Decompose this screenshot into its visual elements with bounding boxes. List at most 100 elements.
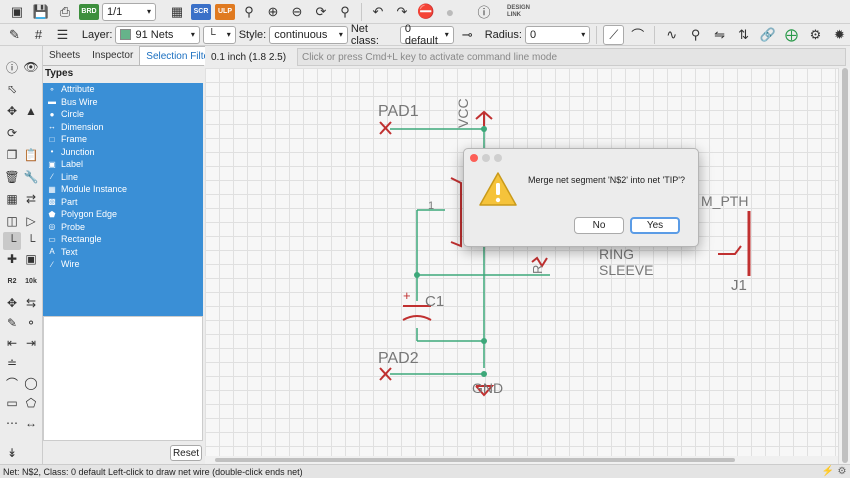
arc-tool-icon[interactable]: ⌒: [3, 374, 21, 392]
select-icon[interactable]: ⬁: [3, 80, 21, 98]
command-line-input[interactable]: Click or press Cmd+L key to activate com…: [297, 48, 846, 66]
layer-settings-icon[interactable]: ☰: [52, 25, 73, 45]
tab-inspector[interactable]: Inspector: [86, 46, 139, 65]
value-icon[interactable]: R2: [3, 272, 21, 290]
zoom-redraw-icon[interactable]: ⟳: [310, 2, 332, 22]
polygon-tool-icon[interactable]: ⬠: [22, 394, 40, 412]
invoke-icon[interactable]: ▷: [22, 212, 40, 230]
dimension-tool-icon[interactable]: ↔: [22, 414, 40, 432]
gate-swap-icon[interactable]: ⇋: [709, 25, 730, 45]
layer-select[interactable]: 91 Nets ▾: [115, 25, 200, 44]
gear-icon[interactable]: ⚙: [805, 25, 826, 45]
gateswap-tool-icon[interactable]: ⇥: [22, 334, 40, 352]
paste-icon[interactable]: 📋: [22, 146, 40, 164]
add-part-icon[interactable]: ▦: [3, 190, 21, 208]
no-button[interactable]: No: [574, 217, 624, 234]
type-item-module-instance[interactable]: ▦ Module Instance: [43, 183, 203, 196]
bus-icon[interactable]: └: [22, 232, 40, 250]
help-icon[interactable]: ⓘ: [473, 2, 495, 22]
horizontal-scrollbar[interactable]: [205, 456, 838, 464]
pencil-tool-icon[interactable]: ✎: [3, 314, 21, 332]
pin-swap-icon[interactable]: ⇅: [733, 25, 754, 45]
rotate-icon[interactable]: ⟳: [3, 124, 21, 142]
mirror-icon[interactable]: ▲: [22, 102, 40, 120]
type-item-line[interactable]: ∕ Line: [43, 171, 203, 184]
type-item-circle[interactable]: ● Circle: [43, 108, 203, 121]
type-item-wire[interactable]: ∕ Wire: [43, 258, 203, 271]
print-icon[interactable]: ⎙: [54, 2, 76, 22]
stop-icon[interactable]: ⛔: [415, 2, 437, 22]
radius-select[interactable]: 0 ▾: [524, 25, 591, 44]
add-net-icon[interactable]: ⨁: [781, 25, 802, 45]
sine-wave-icon[interactable]: ∿: [661, 25, 682, 45]
design-link-logo[interactable]: DESIGN LINK: [507, 5, 530, 19]
rect-tool-icon[interactable]: ▭: [3, 394, 21, 412]
type-item-text[interactable]: A Text: [43, 246, 203, 259]
type-item-rectangle[interactable]: ▭ Rectangle: [43, 233, 203, 246]
circle-tool-icon[interactable]: ◯: [22, 374, 40, 392]
pinswap-tool-icon[interactable]: ⇤: [3, 334, 21, 352]
zoom-fit-icon[interactable]: ⚲: [238, 2, 260, 22]
lightning-icon[interactable]: ⚡: [822, 465, 834, 477]
zoom-select-icon[interactable]: ⚲: [334, 2, 356, 22]
close-icon[interactable]: [470, 154, 478, 162]
expand-tools-icon[interactable]: ↡: [3, 444, 21, 462]
label-icon[interactable]: ▣: [22, 250, 40, 268]
replace-icon[interactable]: ⇄: [22, 190, 40, 208]
move-icon[interactable]: ✥: [3, 102, 21, 120]
script-button[interactable]: SCR: [190, 2, 212, 22]
type-item-dimension[interactable]: ↔ Dimension: [43, 121, 203, 134]
tag-tool-icon[interactable]: ⚬: [22, 314, 40, 332]
save-icon[interactable]: 💾: [30, 2, 52, 22]
zoom-out-icon[interactable]: ⊖: [286, 2, 308, 22]
type-item-part[interactable]: ▩ Part: [43, 196, 203, 209]
pencil-icon[interactable]: ✎: [4, 25, 25, 45]
grid-icon[interactable]: #: [28, 25, 49, 45]
status-settings-icon[interactable]: ⚙: [836, 465, 848, 477]
wire-bend-select[interactable]: └ ▾: [202, 25, 236, 44]
eye-icon[interactable]: 👁: [22, 58, 40, 76]
copy-icon[interactable]: ❐: [3, 146, 21, 164]
type-item-label[interactable]: ▣ Label: [43, 158, 203, 171]
change-icon[interactable]: ⇆: [22, 294, 40, 312]
miter-icon[interactable]: ≐: [3, 354, 21, 372]
line-tool-icon[interactable]: ⋯: [3, 414, 21, 432]
type-item-probe[interactable]: ◎ Probe: [43, 221, 203, 234]
cam-icon[interactable]: ▦: [166, 2, 188, 22]
reset-button[interactable]: Reset: [170, 445, 202, 461]
type-item-frame[interactable]: □ Frame: [43, 133, 203, 146]
tab-sheets[interactable]: Sheets: [43, 46, 86, 65]
smash-icon[interactable]: ✥: [3, 294, 21, 312]
redo-icon[interactable]: ↷: [391, 2, 413, 22]
search-part-icon[interactable]: ⚲: [685, 25, 706, 45]
sheet-select[interactable]: 1/1 ▾: [102, 2, 156, 21]
schematic-canvas[interactable]: PAD1 PAD2 GND VCC C1 + R 1 M_PTH RING SL…: [205, 68, 838, 456]
wrench-icon[interactable]: 🔧: [22, 168, 40, 186]
info-icon[interactable]: ⓘ: [3, 58, 21, 76]
style-select[interactable]: continuous ▾: [269, 25, 348, 44]
split-icon[interactable]: ◫: [3, 212, 21, 230]
name-icon[interactable]: 10k: [22, 272, 40, 290]
delete-icon[interactable]: 🗑: [3, 168, 21, 186]
ulp-button[interactable]: ULP: [214, 2, 236, 22]
line-mode-icon[interactable]: ⟋: [603, 24, 625, 45]
link-icon[interactable]: 🔗: [757, 25, 778, 45]
junction-icon[interactable]: ✚: [3, 250, 21, 268]
zoom-in-icon[interactable]: ⊕: [262, 2, 284, 22]
net-wire-icon[interactable]: └: [3, 232, 21, 250]
vertical-scrollbar[interactable]: [838, 68, 850, 464]
type-item-attribute[interactable]: ⚬ Attribute: [43, 83, 203, 96]
settings-icon[interactable]: ✹: [829, 25, 850, 45]
type-item-polygon-edge[interactable]: ⬟ Polygon Edge: [43, 208, 203, 221]
horizontal-scroll-thumb[interactable]: [215, 458, 735, 462]
type-item-junction[interactable]: • Junction: [43, 146, 203, 159]
netclass-select[interactable]: 0 default ▾: [399, 23, 454, 47]
vertical-scroll-thumb[interactable]: [842, 68, 848, 463]
board-switch-icon[interactable]: BRD: [78, 2, 100, 22]
netclass-edit-icon[interactable]: ⊸: [457, 25, 478, 45]
type-item-bus-wire[interactable]: ▬ Bus Wire: [43, 96, 203, 109]
arc-mode-icon[interactable]: ⌒: [627, 25, 648, 45]
undo-icon[interactable]: ↶: [367, 2, 389, 22]
new-file-icon[interactable]: ▣: [6, 2, 28, 22]
yes-button[interactable]: Yes: [630, 217, 680, 234]
